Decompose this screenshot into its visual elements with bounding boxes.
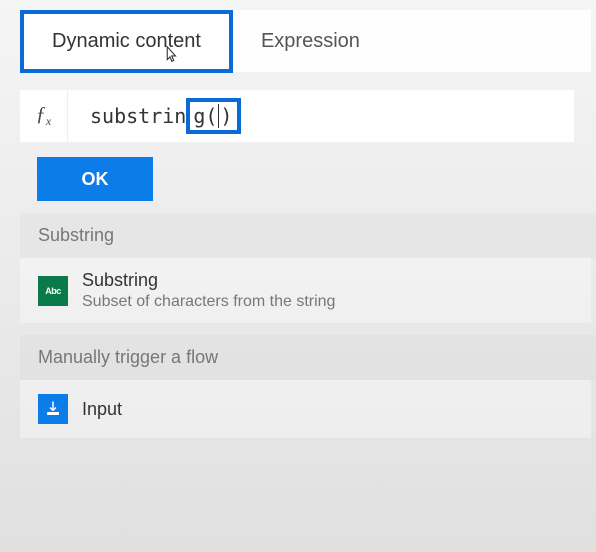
item-substring[interactable]: Abc Substring Subset of characters from …	[20, 258, 591, 323]
fx-icon: ƒx	[20, 90, 68, 142]
text-cursor-icon	[218, 104, 219, 128]
ok-button[interactable]: OK	[37, 157, 153, 201]
tab-dynamic-label: Dynamic content	[52, 30, 201, 52]
section-header-substring: Substring	[20, 213, 596, 258]
item-input-title: Input	[82, 399, 122, 420]
string-function-icon: Abc	[38, 276, 68, 306]
expression-input[interactable]: substring()	[68, 90, 574, 142]
tab-dynamic-content[interactable]: Dynamic content	[20, 10, 233, 73]
item-substring-desc: Subset of characters from the string	[82, 293, 335, 311]
input-trigger-icon	[38, 394, 68, 424]
item-substring-title: Substring	[82, 270, 335, 291]
tab-expression-label: Expression	[261, 30, 360, 52]
item-substring-text: Substring Subset of characters from the …	[82, 270, 335, 311]
section-header-trigger: Manually trigger a flow	[20, 335, 596, 380]
ok-button-label: OK	[82, 169, 109, 190]
expression-prefix: substrin	[90, 104, 186, 128]
expression-highlight: g()	[186, 98, 241, 134]
expression-input-row: ƒx substring()	[20, 90, 574, 142]
item-input[interactable]: Input	[20, 380, 591, 438]
tab-bar: Dynamic content Expression	[20, 10, 591, 72]
tab-expression[interactable]: Expression	[233, 14, 388, 69]
item-input-text: Input	[82, 399, 122, 420]
